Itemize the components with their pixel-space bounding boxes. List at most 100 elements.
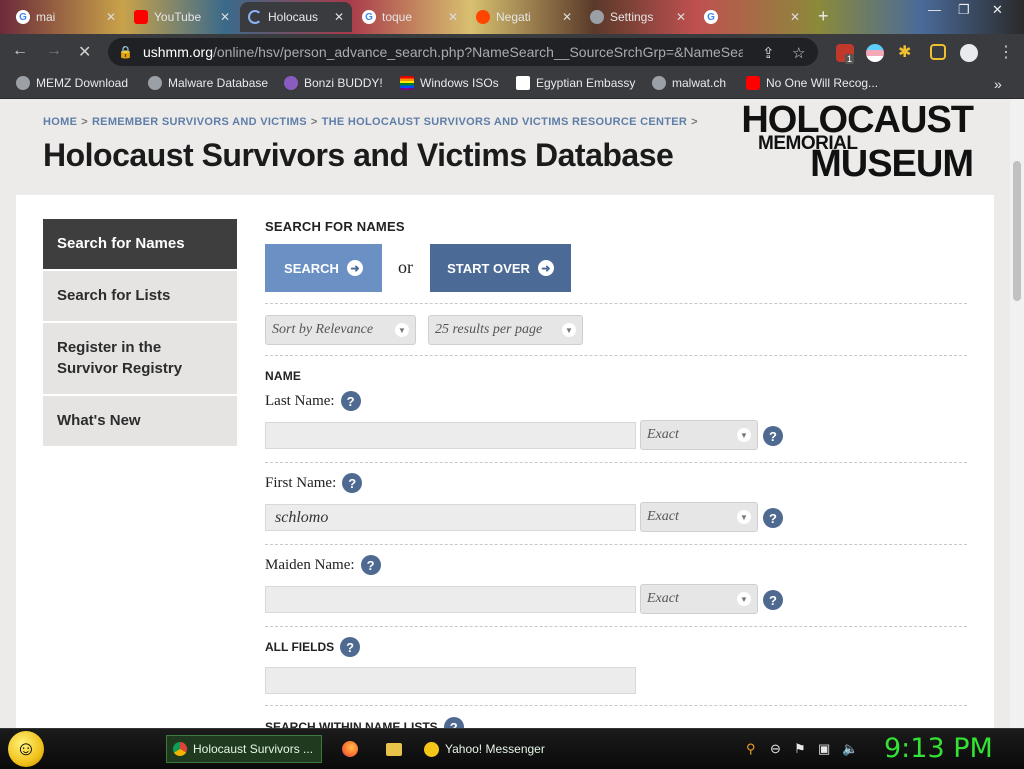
tab-5[interactable]: Negati ✕ [468, 2, 580, 32]
last-name-match-select[interactable]: Exact ▼ [640, 420, 758, 450]
bookmark-egyptian-embassy[interactable]: Egyptian Embassy [516, 76, 635, 90]
wix-icon [516, 76, 530, 90]
address-bar[interactable]: 🔒 ushmm.org/online/hsv/person_advance_se… [108, 38, 818, 66]
taskbar: ☺ Holocaust Survivors ... Yahoo! Messeng… [0, 728, 1024, 769]
url-text: ushmm.org/online/hsv/person_advance_sear… [142, 44, 743, 60]
tab-6[interactable]: Settings ✕ [582, 2, 694, 32]
help-icon[interactable]: ? [763, 426, 783, 446]
breadcrumb-resource-center[interactable]: THE HOLOCAUST SURVIVORS AND VICTIMS RESO… [322, 116, 688, 128]
menu-kebab-icon[interactable]: ⋮ [998, 42, 1014, 62]
help-icon[interactable]: ? [340, 391, 361, 411]
breadcrumb-home[interactable]: HOME [43, 116, 77, 128]
profile-avatar-icon[interactable] [960, 44, 978, 62]
divider [265, 705, 967, 706]
or-text: or [398, 257, 413, 277]
nav-whats-new[interactable]: What's New [43, 396, 237, 448]
bookmark-bonzi[interactable]: Bonzi BUDDY! [284, 76, 383, 90]
back-icon[interactable]: ← [12, 42, 28, 60]
maximize-icon[interactable]: ❐ [958, 2, 970, 18]
volume-icon[interactable]: 🔈 [842, 741, 858, 757]
all-fields-input[interactable] [265, 667, 636, 694]
forward-icon[interactable]: → [46, 42, 62, 60]
maiden-name-input[interactable] [265, 586, 636, 613]
bookmarks-overflow-button[interactable]: » [994, 76, 1002, 92]
minimize-icon[interactable]: — [928, 2, 941, 17]
bookmark-malware-db[interactable]: Malware Database [148, 76, 268, 90]
bookmark-memz[interactable]: MEMZ Download [16, 76, 128, 90]
nav-search-for-names[interactable]: Search for Names [43, 219, 237, 271]
tab-7[interactable]: G ✕ [696, 2, 808, 32]
last-name-input[interactable] [265, 422, 636, 449]
help-icon[interactable]: ? [763, 508, 783, 528]
search-icon[interactable]: ⚲ [746, 741, 756, 757]
maiden-name-label-text: Maiden Name: [265, 556, 355, 573]
arrow-right-icon: ➜ [537, 260, 554, 276]
help-icon[interactable]: ? [360, 555, 381, 575]
breadcrumb-separator: > [691, 116, 698, 128]
share-icon[interactable]: ⇪ [762, 44, 775, 62]
all-fields-label: ALL FIELDS ? [265, 637, 361, 657]
close-icon[interactable]: ✕ [790, 10, 800, 24]
tab-3-active[interactable]: Holocaus ✕ [240, 2, 352, 32]
start-button[interactable]: ☺ [8, 731, 44, 767]
tab-2[interactable]: YouTube ✕ [126, 2, 238, 32]
search-button[interactable]: SEARCH ➜ [265, 244, 382, 292]
minus-circle-icon[interactable]: ⊖ [770, 741, 781, 757]
first-name-match-select[interactable]: Exact ▼ [640, 502, 758, 532]
bookmark-windows-isos[interactable]: Windows ISOs [400, 76, 499, 90]
reddit-icon [476, 10, 490, 24]
bookmark-malwatch[interactable]: malwat.ch [652, 76, 726, 90]
flag-extension-icon[interactable] [866, 44, 884, 62]
maiden-name-label: Maiden Name: ? [265, 555, 381, 575]
close-window-icon[interactable]: ✕ [992, 2, 1003, 18]
nav-search-for-lists[interactable]: Search for Lists [43, 271, 237, 323]
stop-icon[interactable]: ✕ [78, 42, 91, 62]
close-icon[interactable]: ✕ [562, 10, 572, 24]
network-icon[interactable]: ▣ [818, 741, 830, 757]
content-panel: Search for Names Search for Lists Regist… [16, 195, 994, 728]
help-icon[interactable]: ? [763, 590, 783, 610]
tab-label: Negati [496, 10, 531, 24]
tab-1[interactable]: G mai ✕ [8, 2, 124, 32]
help-icon[interactable]: ? [342, 473, 363, 493]
taskbar-folder[interactable] [380, 735, 408, 763]
sidepanel-icon[interactable] [930, 44, 946, 60]
globe-icon [16, 76, 30, 90]
help-icon[interactable]: ? [340, 637, 361, 657]
close-icon[interactable]: ✕ [334, 10, 344, 24]
bookmark-star-icon[interactable]: ☆ [792, 44, 805, 62]
new-tab-button[interactable]: + [818, 6, 829, 27]
loading-icon [248, 10, 262, 24]
system-clock[interactable]: 9:13 PM [884, 733, 993, 764]
first-name-input[interactable]: schlomo [265, 504, 636, 531]
close-icon[interactable]: ✕ [676, 10, 686, 24]
museum-logo[interactable]: HOLOCAUST MEMORIAL MUSEUM [741, 99, 974, 189]
tab-4[interactable]: G toque ✕ [354, 2, 466, 32]
folder-icon [386, 742, 402, 756]
maiden-name-match-select[interactable]: Exact ▼ [640, 584, 758, 614]
taskbar-chrome-window[interactable]: Holocaust Survivors ... [166, 735, 322, 763]
flag-icon[interactable]: ⚑ [794, 741, 806, 757]
youtube-icon [746, 76, 760, 90]
results-per-page-select[interactable]: 25 results per page ▼ [428, 315, 583, 345]
tab-strip: G mai ✕ YouTube ✕ Holocaus ✕ G toque ✕ N… [0, 0, 1024, 34]
sort-select[interactable]: Sort by Relevance ▼ [265, 315, 416, 345]
scrollbar-thumb[interactable] [1013, 161, 1021, 301]
bookmark-label: Bonzi BUDDY! [304, 76, 383, 90]
puzzle-icon[interactable]: ✱ [898, 42, 911, 62]
close-icon[interactable]: ✕ [106, 10, 116, 24]
taskbar-firefox[interactable] [336, 735, 364, 763]
close-icon[interactable]: ✕ [448, 10, 458, 24]
divider [265, 355, 967, 356]
breadcrumb-remember[interactable]: REMEMBER SURVIVORS AND VICTIMS [92, 116, 307, 128]
bookmark-no-one[interactable]: No One Will Recog... [746, 76, 878, 90]
nav-survivor-registry[interactable]: Register in the Survivor Registry [43, 323, 237, 396]
extension-badge: 1 [845, 54, 855, 64]
start-over-button[interactable]: START OVER ➜ [430, 244, 571, 292]
taskbar-yahoo-messenger[interactable]: Yahoo! Messenger [418, 735, 576, 763]
chevron-down-icon: ▼ [737, 428, 751, 442]
help-icon[interactable]: ? [443, 717, 464, 728]
close-icon[interactable]: ✕ [220, 10, 230, 24]
page-scrollbar[interactable] [1010, 99, 1024, 728]
chevron-down-icon: ▼ [737, 592, 751, 606]
